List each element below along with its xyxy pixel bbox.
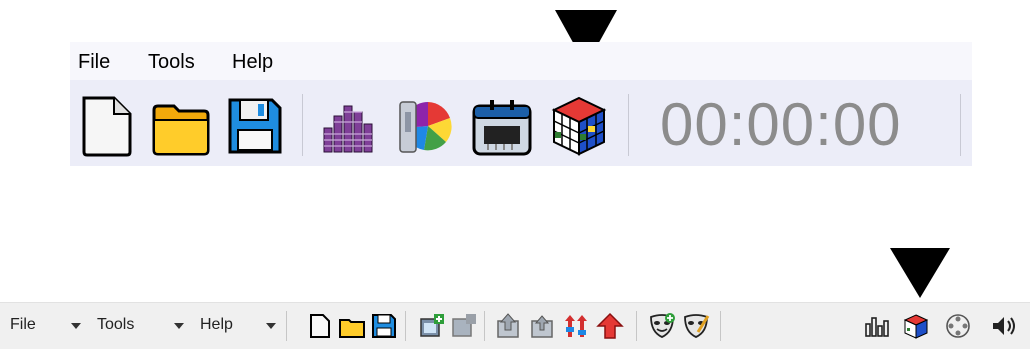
menu-tools[interactable]: Tools	[97, 316, 134, 334]
elapsed-time-display: 00:00:00	[660, 91, 902, 158]
toolbar-separator	[960, 94, 961, 156]
new-file-icon	[310, 314, 330, 338]
rubiks-cube-icon	[903, 314, 929, 339]
pointer-arrow-bottom	[890, 248, 950, 298]
edit-mask-icon	[684, 314, 710, 338]
save-disk-icon	[372, 314, 396, 338]
move-up-icon	[497, 313, 519, 338]
color-picker-button[interactable]	[394, 92, 456, 158]
add-window-icon	[420, 314, 444, 337]
toolbar-separator	[302, 94, 303, 156]
bar-chart-button[interactable]	[862, 312, 890, 340]
open-folder-button[interactable]	[150, 92, 212, 158]
equalizer-bars-icon	[323, 105, 373, 153]
toolbar-separator	[286, 311, 287, 341]
menu-file[interactable]: File	[10, 316, 36, 334]
film-reel-button[interactable]	[944, 312, 972, 340]
menu-tools[interactable]: Tools	[148, 51, 195, 74]
toolbar-separator	[628, 94, 629, 156]
equalizer-button[interactable]	[316, 92, 378, 158]
save-button[interactable]	[224, 92, 286, 158]
toolbar-separator	[720, 311, 721, 341]
add-window-button[interactable]	[418, 312, 446, 340]
hardware-button[interactable]	[470, 92, 532, 158]
open-folder-icon	[339, 319, 365, 338]
red-up-arrow-icon	[596, 312, 624, 339]
move-down-button[interactable]	[528, 312, 556, 340]
save-button[interactable]	[370, 312, 398, 340]
frequency-icon	[565, 315, 587, 337]
frequency-button[interactable]	[562, 312, 590, 340]
rubiks-cube-button[interactable]	[902, 312, 930, 340]
menu-file[interactable]: File	[78, 51, 110, 74]
toolbar-separator	[636, 311, 637, 341]
bar-chart-icon	[865, 317, 889, 337]
red-up-arrow-button[interactable]	[596, 312, 624, 340]
memory-chip-icon	[472, 100, 532, 156]
menu-file-dropdown-arrow[interactable]	[71, 323, 81, 329]
new-file-button[interactable]	[76, 92, 138, 158]
toolbar-separator	[405, 311, 406, 341]
top-toolbar-panel: File Tools Help 00:00:00	[70, 42, 972, 166]
top-menubar: File Tools Help	[70, 42, 972, 80]
open-folder-icon	[152, 104, 210, 156]
move-up-button[interactable]	[494, 312, 522, 340]
menu-help[interactable]: Help	[200, 316, 233, 334]
add-mask-icon	[650, 313, 675, 338]
save-disk-icon	[228, 98, 282, 154]
bottom-toolbar: File Tools Help	[0, 302, 1030, 349]
move-down-icon	[531, 315, 553, 338]
remove-window-button[interactable]	[450, 312, 478, 340]
menu-tools-dropdown-arrow[interactable]	[174, 323, 184, 329]
remove-window-icon	[452, 314, 476, 337]
new-file-button[interactable]	[306, 312, 334, 340]
rubiks-cube-button[interactable]	[548, 92, 610, 158]
color-wheel-icon	[399, 101, 452, 153]
new-file-icon	[82, 96, 132, 157]
toolbar-separator	[484, 311, 485, 341]
menu-help-dropdown-arrow[interactable]	[266, 323, 276, 329]
film-reel-icon	[946, 314, 970, 338]
add-mask-button[interactable]	[648, 312, 676, 340]
speaker-icon	[993, 317, 1015, 335]
speaker-button[interactable]	[990, 312, 1018, 340]
menu-help[interactable]: Help	[232, 51, 273, 74]
rubiks-cube-icon	[551, 96, 607, 156]
open-folder-button[interactable]	[338, 312, 366, 340]
edit-mask-button[interactable]	[682, 312, 710, 340]
